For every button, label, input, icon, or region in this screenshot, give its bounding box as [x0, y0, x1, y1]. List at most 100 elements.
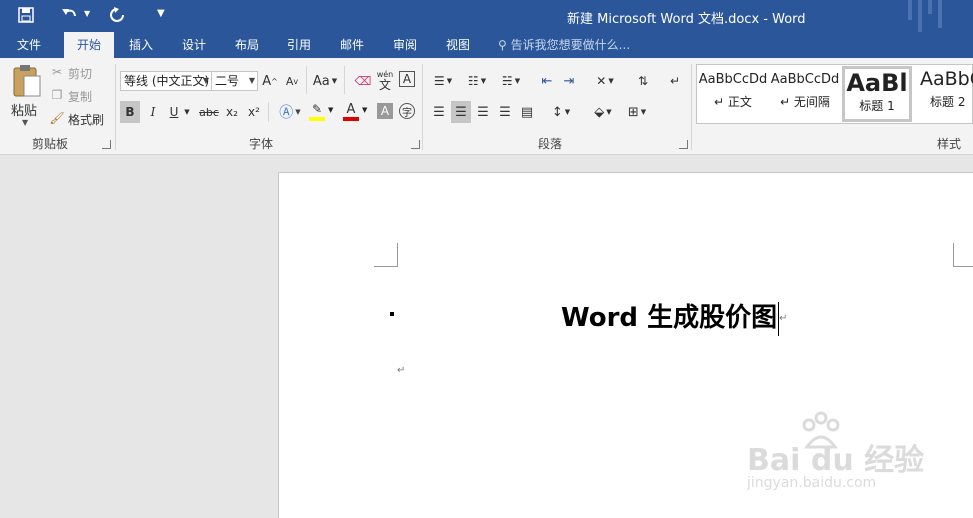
grow-font-icon[interactable]: A ^ — [262, 71, 278, 91]
distributed-icon[interactable]: ▤ — [517, 101, 537, 123]
italic-button[interactable]: I — [144, 101, 162, 123]
shrink-font-label: A — [285, 74, 294, 88]
shading-icon[interactable]: ⬙ ▼ — [589, 101, 617, 123]
style-heading-2[interactable]: AaBbC 标题 2 — [914, 66, 973, 122]
title-bar: ▼ ▼ 新建 Microsoft Word 文档.docx - Word — [0, 0, 973, 32]
font-family-select[interactable]: 等线 (中文正文) ▼ — [120, 71, 212, 91]
highlight-color-button[interactable]: ✎ ▼ — [308, 101, 336, 123]
tell-me-box[interactable]: ⚲ 告诉我您想要做什么... — [498, 32, 630, 58]
font-launcher-icon[interactable] — [411, 140, 420, 149]
tab-mailings[interactable]: 邮件 — [329, 32, 375, 58]
customize-qat-icon[interactable]: ▼ — [157, 8, 165, 19]
align-center-icon[interactable]: ☰ — [451, 101, 471, 123]
font-family-value: 等线 (中文正文) — [124, 74, 210, 88]
copy-button[interactable]: ❐ 复制 — [50, 87, 110, 105]
bullets-icon[interactable]: ☰ ▼ — [429, 71, 457, 91]
font-size-select[interactable]: 二号 ▼ — [211, 71, 258, 91]
style-heading-1-name: 标题 1 — [859, 99, 895, 113]
chinese-layout-icon[interactable]: ✕ ▼ — [591, 71, 619, 91]
grow-font-label: A — [262, 73, 272, 89]
undo-dropdown-icon[interactable]: ▼ — [84, 9, 90, 18]
style-heading-2-preview: AaBbC — [920, 68, 973, 90]
tab-layout[interactable]: 布局 — [224, 32, 270, 58]
phonetic-guide-char: 文 — [378, 78, 391, 92]
paragraph-launcher-icon[interactable] — [679, 140, 688, 149]
style-no-spacing-preview: AaBbCcDd — [770, 72, 840, 87]
style-no-spacing[interactable]: AaBbCcDd ↵ 无间隔 — [770, 66, 840, 122]
justify-icon[interactable]: ☰ — [495, 101, 515, 123]
watermark-brand: Bai du 经验 — [747, 443, 925, 478]
line-spacing-icon[interactable]: ↕ ▼ — [547, 101, 575, 123]
undo-icon[interactable] — [60, 6, 82, 24]
divider — [268, 102, 269, 122]
character-shading-icon[interactable]: A — [377, 103, 393, 119]
borders-icon[interactable]: ⊞ ▼ — [623, 101, 651, 123]
document-page[interactable]: Word 生成股价图 ↵ ↵ Bai du 经验 jingyan.baidu.co… — [278, 172, 973, 518]
font-family-dropdown-icon: ▼ — [202, 76, 209, 85]
clipboard-group-label: 剪贴板 — [31, 137, 68, 151]
tell-me-placeholder: 告诉我您想要做什么... — [510, 38, 631, 52]
underline-dropdown-icon[interactable]: ▼ — [182, 101, 192, 123]
style-normal-label: 正文 — [727, 95, 752, 109]
font-color-swatch — [343, 117, 359, 121]
paste-dropdown-icon: ▼ — [22, 118, 29, 127]
tab-file[interactable]: 文件 — [6, 32, 52, 58]
paste-button[interactable]: 粘贴 ▼ — [8, 62, 46, 128]
styles-group-label: 样式 — [936, 137, 961, 151]
document-heading-text: Word 生成股价图 — [561, 303, 778, 333]
save-icon[interactable] — [18, 7, 34, 23]
align-right-icon[interactable]: ☰ — [473, 101, 493, 123]
copy-icon: ❐ — [51, 88, 63, 102]
highlighter-icon: ✎ — [311, 102, 323, 116]
multilevel-list-icon[interactable]: ☵ ▼ — [497, 71, 525, 91]
cut-button[interactable]: ✂ 剪切 — [50, 64, 110, 82]
character-border-button[interactable]: A — [399, 71, 415, 87]
style-heading-1[interactable]: AaBl 标题 1 — [842, 66, 912, 122]
numbering-icon[interactable]: ☷ ▼ — [463, 71, 491, 91]
change-case-label: Aa — [312, 73, 330, 89]
paragraph-group: ☰ ▼ ☷ ▼ ☵ ▼ ⇤ ⇥ ✕ ▼ ⇅ ↵ ☰ ☰ ☰ ☰ ▤ ↕ ▼ ⬙ ▼ ⊞ ▼ 段… — [423, 58, 691, 154]
paste-label: 粘贴 — [11, 104, 38, 119]
paste-icon — [13, 65, 41, 97]
change-case-button[interactable]: Aa ▼ — [312, 71, 338, 91]
paragraph-mark: ↵ — [779, 313, 788, 324]
style-normal[interactable]: AaBbCcDd ↵ 正文 — [698, 66, 768, 122]
underline-button[interactable]: U — [166, 101, 182, 123]
clipboard-launcher-icon[interactable] — [102, 140, 111, 149]
tab-view[interactable]: 视图 — [435, 32, 481, 58]
decrease-indent-icon[interactable]: ⇤ — [537, 71, 557, 91]
document-heading[interactable]: Word 生成股价图 ↵ — [561, 297, 788, 336]
enclose-characters-icon[interactable]: 字 — [399, 103, 415, 119]
clipboard-group: 粘贴 ▼ ✂ 剪切 ❐ 复制 🖌 格式刷 剪贴板 — [0, 58, 115, 154]
shrink-font-icon[interactable]: Av — [284, 71, 300, 91]
tab-insert[interactable]: 插入 — [118, 32, 164, 58]
align-left-icon[interactable]: ☰ — [429, 101, 449, 123]
strikethrough-button[interactable]: abc — [198, 101, 220, 123]
increase-indent-icon[interactable]: ⇥ — [559, 71, 579, 91]
font-color-button[interactable]: A ▼ — [342, 101, 370, 123]
copy-label: 复制 — [68, 90, 93, 104]
tab-home[interactable]: 开始 — [64, 32, 114, 58]
tab-design[interactable]: 设计 — [171, 32, 217, 58]
format-painter-button[interactable]: 🖌 格式刷 — [49, 110, 110, 128]
paragraph-mark: ↵ — [397, 365, 406, 376]
sort-icon[interactable]: ⇅ — [633, 71, 653, 91]
subscript-button[interactable]: x₂ — [223, 101, 241, 123]
show-marks-icon[interactable]: ↵ — [665, 71, 685, 91]
tab-review[interactable]: 审阅 — [382, 32, 428, 58]
font-color-icon: A — [346, 101, 356, 117]
highlight-dropdown-icon: ▼ — [328, 106, 334, 114]
divider — [306, 66, 307, 94]
clear-formatting-icon[interactable]: ⌫ — [354, 71, 372, 91]
superscript-button[interactable]: x² — [245, 101, 263, 123]
style-normal-name: ↵ 正文 — [714, 95, 752, 109]
group-divider — [691, 64, 692, 150]
tab-references[interactable]: 引用 — [276, 32, 322, 58]
text-effects-icon[interactable]: Ⓐ ▼ — [276, 101, 304, 123]
phonetic-guide-button[interactable]: wén 文 — [376, 68, 394, 92]
format-painter-icon: 🖌 — [49, 111, 65, 125]
font-color-dropdown-icon: ▼ — [362, 106, 368, 114]
ribbon-home: 粘贴 ▼ ✂ 剪切 ❐ 复制 🖌 格式刷 剪贴板 等线 (中文正文) ▼ 二号 … — [0, 58, 973, 155]
bold-button[interactable]: B — [120, 101, 140, 123]
redo-icon[interactable] — [108, 6, 126, 24]
